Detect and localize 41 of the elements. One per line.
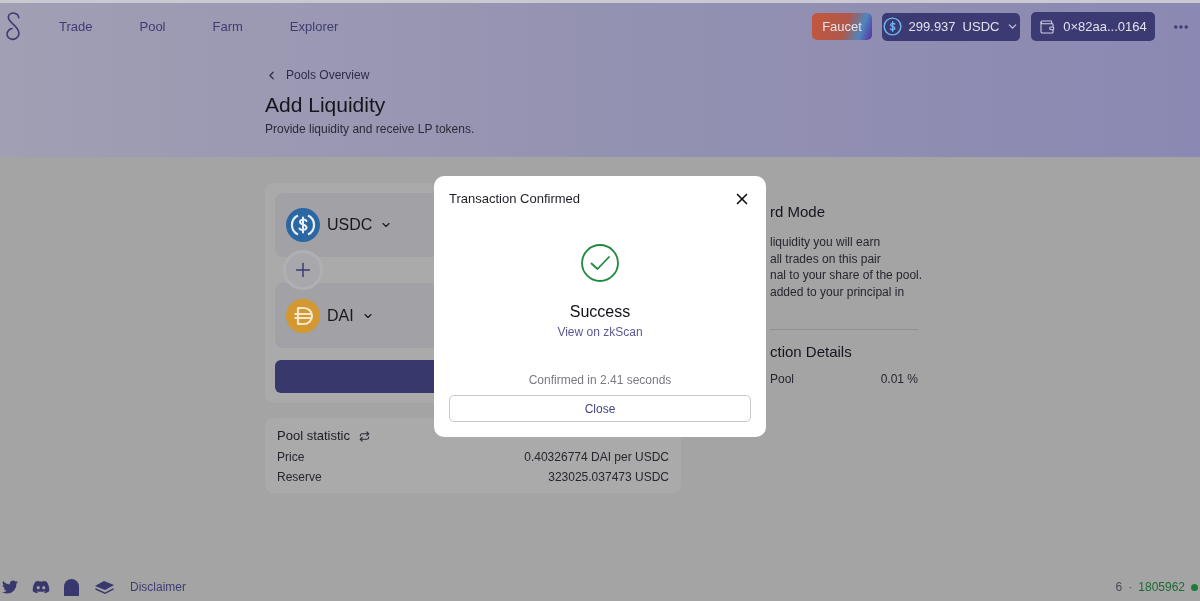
arch-icon[interactable] — [64, 578, 79, 596]
section-title: ction Details — [770, 342, 852, 362]
token-selector[interactable]: DAI — [327, 303, 374, 328]
card-title: Pool statistic — [277, 427, 350, 446]
block-number: 1805962 — [1138, 579, 1185, 596]
token-selector[interactable]: USDC — [327, 213, 393, 237]
close-button[interactable]: Close — [449, 395, 751, 422]
back-link[interactable]: Pools Overview — [265, 66, 370, 84]
balance-button[interactable]: 299.937 USDC — [882, 12, 1020, 41]
nav-link[interactable]: Pool — [139, 16, 166, 37]
logo-icon[interactable] — [3, 11, 23, 42]
stat-label: Reserve — [277, 469, 322, 486]
nav-link[interactable]: Farm — [212, 16, 243, 37]
book-icon[interactable] — [95, 580, 114, 594]
section-title: rd Mode — [770, 202, 826, 222]
nav-link[interactable]: Explorer — [289, 16, 339, 37]
dollar-coin-icon — [286, 208, 320, 242]
scan-link[interactable]: View on zkScan — [557, 324, 643, 340]
confirmation-time: Confirmed in 2.41 seconds — [528, 372, 672, 388]
status-text: Success — [569, 302, 631, 322]
nav-link[interactable]: Trade — [59, 16, 93, 37]
repeat-icon[interactable] — [359, 430, 370, 442]
mode-description: liquidity you will earn all trades on this pair nal to your share of the pool. added to your principal in — [770, 234, 923, 300]
modal-title: Transaction Confirmed — [449, 190, 580, 209]
stat-label: Price — [277, 449, 305, 466]
wallet-icon — [1039, 18, 1056, 35]
dollar-coin-icon — [882, 17, 902, 36]
page-subtitle: Provide liquidity and receive LP tokens. — [265, 121, 475, 137]
peer-count: 6 — [1115, 579, 1123, 596]
check-circle-icon — [581, 244, 619, 282]
stat-value: 323025.037473 USDC — [548, 469, 669, 486]
twitter-icon[interactable] — [2, 579, 18, 595]
stat-value: 0.40326774 DAI per USDC — [524, 449, 669, 466]
detail-value: 0.01 % — [880, 371, 918, 388]
wallet-button[interactable]: 0×82aa...0164 — [1031, 12, 1155, 41]
separator-text: · — [1128, 579, 1133, 596]
page-title: Add Liquidity — [265, 92, 386, 118]
discord-icon[interactable] — [32, 578, 50, 596]
disclaimer-link[interactable]: Disclaimer — [130, 578, 186, 596]
detail-label: Pool — [770, 371, 795, 388]
coin-icon — [286, 298, 320, 333]
